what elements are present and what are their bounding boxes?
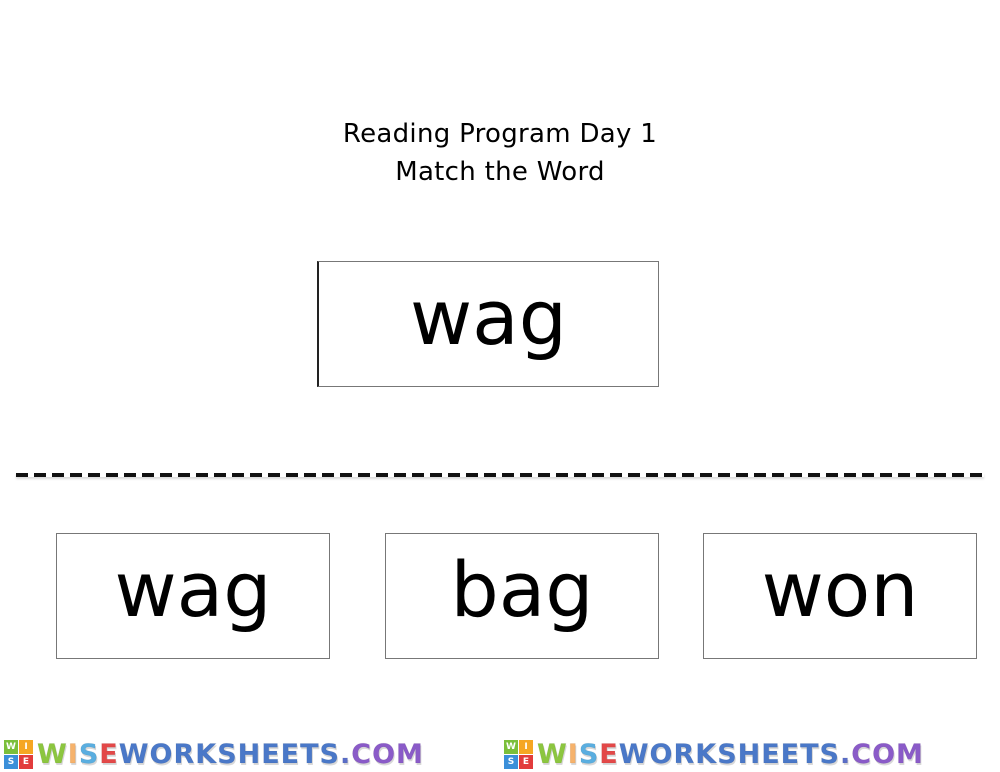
wordmark-part: E bbox=[599, 738, 619, 770]
wordmark-part: S bbox=[78, 738, 100, 770]
wordmark-part: COM bbox=[351, 738, 424, 770]
wordmark-part: E bbox=[99, 738, 119, 770]
wordmark-part: . bbox=[839, 738, 852, 770]
wordmark-part: I bbox=[567, 738, 579, 770]
logo-wordmark: WISEWORKSHEETS.COM bbox=[37, 738, 424, 770]
option-card-won[interactable]: won bbox=[703, 533, 977, 659]
logo-tile: E bbox=[519, 754, 533, 769]
logo-tile: S bbox=[4, 754, 18, 769]
logo-tiles-icon: W I S E bbox=[504, 739, 533, 769]
wordmark-part: . bbox=[339, 738, 352, 770]
wordmark-part: I bbox=[67, 738, 79, 770]
worksheet-title: Reading Program Day 1 bbox=[342, 119, 658, 149]
logo-tile: I bbox=[519, 739, 533, 754]
wordmark-part: W bbox=[37, 738, 68, 770]
wiseworksheets-logo: W I S E WISEWORKSHEETS.COM bbox=[504, 738, 924, 770]
option-word: won bbox=[761, 545, 919, 634]
option-card-bag[interactable]: bag bbox=[385, 533, 659, 659]
option-word: wag bbox=[114, 545, 272, 634]
logo-tile: I bbox=[19, 739, 33, 754]
wordmark-part: COM bbox=[851, 738, 924, 770]
logo-tile: W bbox=[504, 739, 518, 754]
logo-tile: S bbox=[504, 754, 518, 769]
wordmark-part: S bbox=[578, 738, 600, 770]
option-word: bag bbox=[450, 545, 594, 634]
wordmark-part: WORKSHEETS bbox=[118, 738, 340, 770]
target-word-card[interactable]: wag bbox=[317, 261, 659, 387]
option-card-wag[interactable]: wag bbox=[56, 533, 330, 659]
logo-tile: E bbox=[19, 754, 33, 769]
logo-tile: W bbox=[4, 739, 18, 754]
cut-line-divider bbox=[16, 473, 984, 477]
wordmark-part: W bbox=[537, 738, 568, 770]
worksheet-subtitle: Match the Word bbox=[395, 157, 605, 187]
wordmark-part: WORKSHEETS bbox=[618, 738, 840, 770]
wiseworksheets-logo: W I S E WISEWORKSHEETS.COM bbox=[4, 738, 424, 770]
target-word: wag bbox=[410, 273, 567, 362]
logo-wordmark: WISEWORKSHEETS.COM bbox=[537, 738, 924, 770]
logo-tiles-icon: W I S E bbox=[4, 739, 33, 769]
